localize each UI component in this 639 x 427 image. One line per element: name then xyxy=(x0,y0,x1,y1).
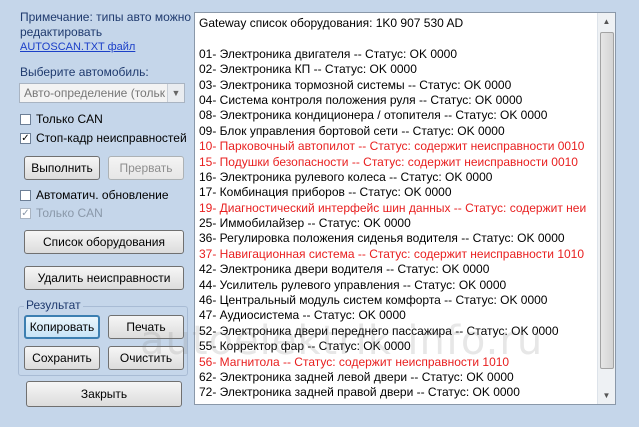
checkbox-box[interactable] xyxy=(20,189,31,201)
output-line: 56- Магнитола -- Статус: содержит неиспр… xyxy=(199,354,510,369)
checkbox-box[interactable]: ✓ xyxy=(20,207,31,219)
freeze-frame-label: Стоп-кадр неисправностей xyxy=(36,131,187,145)
output-line: 62- Электроника задней левой двери -- Ст… xyxy=(199,369,514,384)
output-line: 15- Подушки безопасности -- Статус: соде… xyxy=(199,154,578,169)
output-line: 37- Навигационная система -- Статус: сод… xyxy=(199,246,585,261)
only-can-label: Только CAN xyxy=(36,112,103,126)
clear-button[interactable]: Очистить xyxy=(108,346,184,370)
vertical-scrollbar[interactable]: ▲ ▼ xyxy=(597,13,615,404)
output-line: 03- Электроника тормозной системы -- Ста… xyxy=(199,77,512,92)
output-line: 16- Электроника рулевого колеса -- Стату… xyxy=(199,169,493,184)
checkbox-box[interactable]: ✓ xyxy=(20,132,31,144)
scroll-down-icon[interactable]: ▼ xyxy=(598,387,615,404)
checkbox-box[interactable] xyxy=(20,113,31,125)
print-button[interactable]: Печать xyxy=(108,315,184,339)
only-can-checkbox[interactable]: Только CAN xyxy=(20,111,103,127)
output-line: 17- Комбинация приборов -- Статус: OK 00… xyxy=(199,185,452,200)
select-car-label: Выберите автомобиль: xyxy=(20,65,149,79)
auto-update-label: Автоматич. обновление xyxy=(36,188,169,202)
output-line: 72- Электроника задней правой двери -- С… xyxy=(199,385,520,400)
freeze-frame-checkbox[interactable]: ✓ Стоп-кадр неисправностей xyxy=(20,130,187,146)
chevron-down-icon: ▼ xyxy=(167,84,184,102)
scroll-up-icon[interactable]: ▲ xyxy=(598,13,615,30)
output-lines: Gateway список оборудования: 1K0 907 530… xyxy=(199,16,597,401)
auto-update-checkbox[interactable]: Автоматич. обновление xyxy=(20,187,169,203)
scrollbar-thumb[interactable] xyxy=(600,32,614,369)
copy-button[interactable]: Копировать xyxy=(24,315,100,339)
output-line: Gateway список оборудования: 1K0 907 530… xyxy=(199,16,464,30)
output-line: 42- Электроника двери водителя -- Статус… xyxy=(199,262,490,277)
car-select-value: Авто-определение (тольк xyxy=(24,86,165,100)
only-can-2-label: Только CAN xyxy=(36,206,103,220)
output-line: 36- Регулировка положения сиденья водите… xyxy=(199,231,565,246)
run-button[interactable]: Выполнить xyxy=(24,156,100,180)
output-line: 55- Корректор фар -- Статус: OK 0000 xyxy=(199,339,411,354)
autoscan-file-link[interactable]: AUTOSCAN.TXT файл xyxy=(20,41,135,53)
result-group-title: Результат xyxy=(24,298,83,312)
output-line: 01- Электроника двигателя -- Статус: OK … xyxy=(199,46,458,61)
note-text: Примечание: типы авто можно редактироват… xyxy=(20,10,192,39)
stop-button[interactable]: Прервать xyxy=(108,156,184,180)
output-line: 08- Электроника кондиционера / отопителя… xyxy=(199,108,548,123)
output-line: 10- Парковочный автопилот -- Статус: сод… xyxy=(199,139,585,154)
output-line: 44- Усилитель рулевого управления -- Ста… xyxy=(199,277,507,292)
output-line: 47- Аудиосистема -- Статус: OK 0000 xyxy=(199,308,406,323)
output-line: 46- Центральный модуль систем комфорта -… xyxy=(199,293,548,308)
output-line: 52- Электроника двери переднего пассажир… xyxy=(199,323,559,338)
output-textbox[interactable]: Gateway список оборудования: 1K0 907 530… xyxy=(194,12,616,405)
close-button[interactable]: Закрыть xyxy=(26,381,182,407)
clear-faults-button[interactable]: Удалить неисправности xyxy=(24,266,184,290)
output-line: 25- Иммобилайзер -- Статус: OK 0000 xyxy=(199,216,411,231)
output-line: 19- Диагностический интерфейс шин данных… xyxy=(199,200,587,215)
car-select[interactable]: Авто-определение (тольк ▼ xyxy=(19,83,185,103)
save-button[interactable]: Сохранить xyxy=(24,346,100,370)
output-line: 09- Блок управления бортовой сети -- Ста… xyxy=(199,123,505,138)
output-line: 02- Электроника КП -- Статус: OK 0000 xyxy=(199,62,417,77)
equipment-list-button[interactable]: Список оборудования xyxy=(24,230,184,254)
only-can-2-checkbox[interactable]: ✓ Только CAN xyxy=(20,205,103,221)
output-line: 04- Система контроля положения руля -- С… xyxy=(199,92,523,107)
